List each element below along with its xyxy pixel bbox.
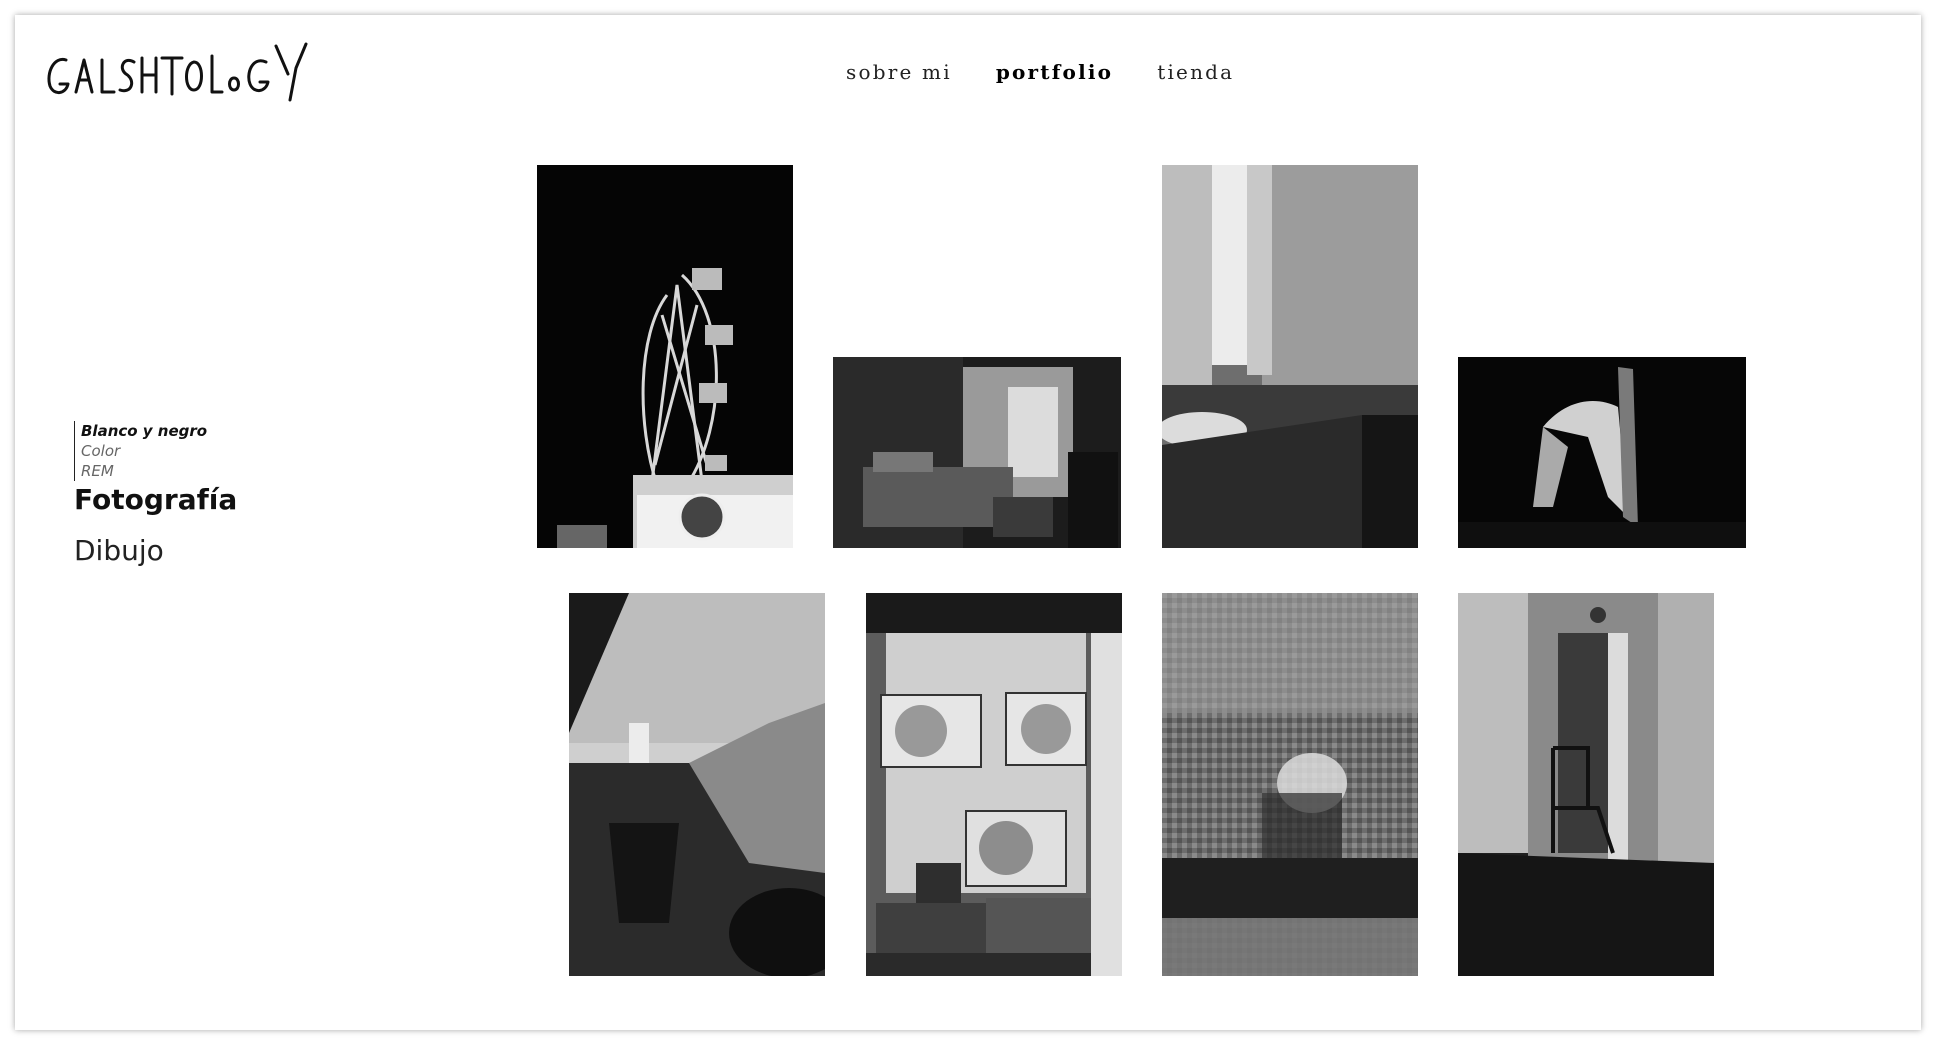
photo-bedroom[interactable] [833, 357, 1121, 548]
bedroom-image [833, 357, 1121, 548]
rooftop-image [569, 593, 825, 976]
photo-frosted-glass[interactable] [1162, 593, 1418, 976]
subcategory-list: Blanco y negro Color REM [74, 421, 237, 481]
photo-air-conditioners[interactable] [866, 593, 1122, 976]
ferris-wheel-image [537, 165, 793, 548]
kitchen-image [1162, 165, 1418, 548]
logo-handwriting [47, 42, 308, 102]
photo-ferris-wheel[interactable] [537, 165, 793, 548]
photo-hallway-chair[interactable] [1458, 593, 1714, 976]
subcategory-blanco-y-negro[interactable]: Blanco y negro [81, 421, 237, 441]
photo-hanging-cloth[interactable] [1458, 357, 1746, 548]
category-fotografia[interactable]: Fotografía [74, 483, 237, 516]
category-dibujo[interactable]: Dibujo [74, 534, 237, 567]
nav-portfolio[interactable]: portfolio [996, 60, 1113, 84]
site-logo[interactable] [44, 38, 314, 108]
photo-kitchen[interactable] [1162, 165, 1418, 548]
subcategory-color[interactable]: Color [81, 441, 237, 461]
category-menu: Blanco y negro Color REM Fotografía Dibu… [74, 421, 237, 567]
main-nav: sobre mi portfolio tienda [846, 60, 1234, 84]
subcategory-rem[interactable]: REM [81, 461, 237, 481]
nav-sobre-mi[interactable]: sobre mi [846, 60, 952, 84]
hanging-cloth-image [1458, 357, 1746, 548]
nav-tienda[interactable]: tienda [1157, 60, 1234, 84]
photo-rooftop[interactable] [569, 593, 825, 976]
frosted-glass-image [1162, 593, 1418, 976]
hallway-chair-image [1458, 593, 1714, 976]
air-conditioners-image [866, 593, 1122, 976]
